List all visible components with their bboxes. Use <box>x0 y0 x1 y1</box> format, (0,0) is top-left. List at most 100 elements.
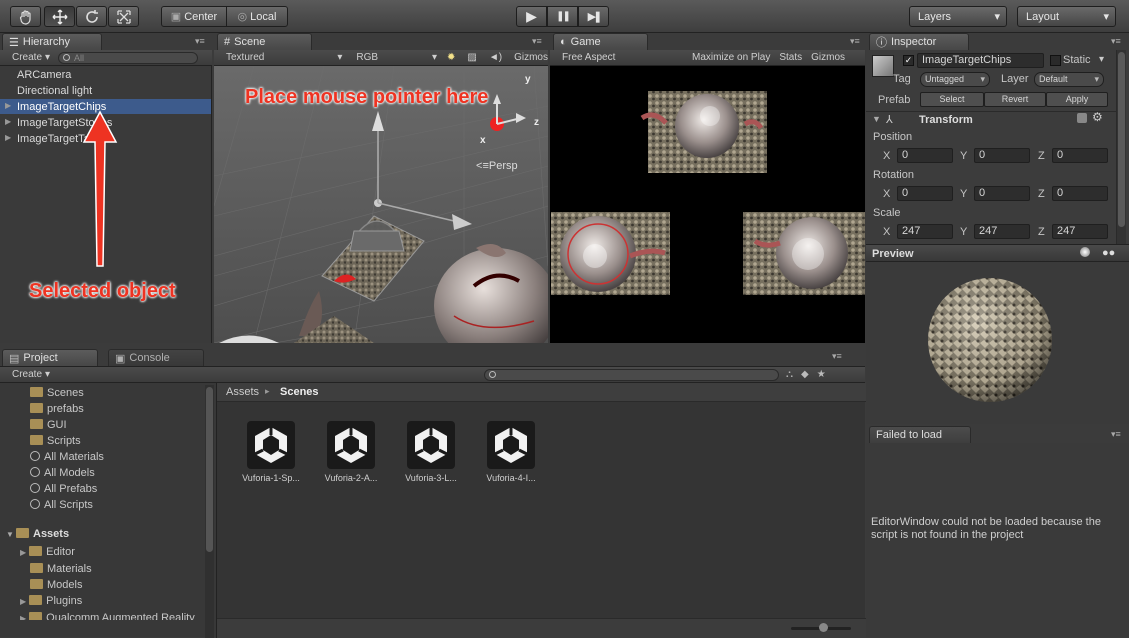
position-z-field[interactable]: 0 <box>1052 148 1108 163</box>
rotate-tool-button[interactable] <box>76 6 107 27</box>
asset-scene-1[interactable]: Vuforia-1-Sp... <box>231 417 311 483</box>
search-all-prefabs[interactable]: All Prefabs <box>30 481 104 497</box>
scale-x-field[interactable]: 247 <box>897 224 953 239</box>
hierarchy-search-input[interactable]: All <box>58 51 199 64</box>
scrollbar-thumb[interactable] <box>206 387 213 552</box>
gear-icon[interactable]: ⚙ <box>1092 110 1103 124</box>
asset-scene-4[interactable]: Vuforia-4-I... <box>471 417 551 483</box>
active-checkbox[interactable]: ✓ <box>903 55 914 66</box>
prefab-apply-button[interactable]: Apply <box>1046 92 1108 107</box>
asset-scene-3[interactable]: Vuforia-3-L... <box>391 417 471 483</box>
panel-menu-icon[interactable]: ▾≡ <box>832 351 842 362</box>
slider-thumb[interactable] <box>819 623 828 632</box>
panel-menu-icon[interactable]: ▾≡ <box>1111 36 1121 47</box>
expand-arrow-icon[interactable]: ▶ <box>5 133 11 142</box>
asset-scene-2[interactable]: Vuforia-2-A... <box>311 417 391 483</box>
breadcrumb-assets[interactable]: Assets <box>226 386 259 398</box>
color-mode-dropdown[interactable]: RGB <box>356 52 432 63</box>
chevron-down-icon: ▾ <box>1103 11 1109 23</box>
audio-toggle-icon[interactable]: ◄) <box>489 52 502 63</box>
lighting-toggle-icon[interactable]: ✹ <box>447 52 455 63</box>
render-mode-dropdown[interactable]: Textured <box>226 52 337 63</box>
aspect-dropdown[interactable]: Free Aspect <box>562 52 690 63</box>
hierarchy-item-arcamera[interactable]: ARCamera <box>17 69 71 81</box>
tab-hierarchy[interactable]: ☰ Hierarchy <box>2 33 102 50</box>
inspector-scrollbar[interactable] <box>1116 50 1126 244</box>
position-x-field[interactable]: 0 <box>897 148 953 163</box>
expand-arrow-icon[interactable]: ▶ <box>5 117 11 126</box>
filter-by-label-icon[interactable]: ◆ <box>801 369 809 380</box>
search-all-scripts[interactable]: All Scripts <box>30 497 104 513</box>
stats-toggle[interactable]: Stats <box>779 52 802 63</box>
preview-lights-toggle-icon[interactable]: ●● <box>1102 247 1115 259</box>
rotation-x-field[interactable]: 0 <box>897 186 953 201</box>
tab-failed-to-load[interactable]: Failed to load <box>869 426 971 443</box>
tree-item-prefabs[interactable]: prefabs <box>30 401 104 417</box>
expand-arrow-icon[interactable]: ▼ <box>6 530 14 539</box>
rotation-z-field[interactable]: 0 <box>1052 186 1108 201</box>
tab-scene[interactable]: # Scene <box>217 33 312 50</box>
game-view[interactable]: Free Aspect Maximize on Play Stats Gizmo… <box>550 50 865 343</box>
filter-by-type-icon[interactable]: ⛬ <box>786 369 793 380</box>
tree-item-gui[interactable]: GUI <box>30 417 104 433</box>
scale-y-field[interactable]: 247 <box>974 224 1030 239</box>
preview-sphere-toggle-icon[interactable] <box>1080 247 1090 257</box>
rotation-y-field[interactable]: 0 <box>974 186 1030 201</box>
scene-gizmos-dropdown[interactable]: Gizmos <box>514 52 548 63</box>
prefab-select-button[interactable]: Select <box>920 92 984 107</box>
search-all-materials[interactable]: All Materials <box>30 449 104 465</box>
tree-item-editor[interactable]: ▶ Editor <box>20 544 205 561</box>
project-search-input[interactable] <box>484 368 780 381</box>
panel-menu-icon[interactable]: ▾≡ <box>195 36 205 47</box>
maximize-on-play-toggle[interactable]: Maximize on Play <box>692 52 770 63</box>
tag-dropdown[interactable]: Untagged ▾ <box>920 72 990 87</box>
folder-icon <box>30 563 43 573</box>
tree-item-qualcomm[interactable]: ▶ Qualcomm Augmented Reality <box>20 610 205 620</box>
hand-tool-button[interactable] <box>10 6 41 27</box>
tree-scrollbar[interactable] <box>205 385 214 638</box>
space-local-toggle[interactable]: ◎ Local <box>226 6 288 27</box>
tree-item-materials[interactable]: Materials <box>20 561 205 577</box>
static-checkbox[interactable] <box>1050 55 1061 66</box>
layers-dropdown[interactable]: Layers ▾ <box>909 6 1007 27</box>
tree-item-scripts[interactable]: Scripts <box>30 433 104 449</box>
foldout-arrow-icon[interactable]: ▼ <box>872 114 881 124</box>
panel-menu-icon[interactable]: ▾≡ <box>850 36 860 47</box>
tab-game[interactable]: ◐ Game <box>553 33 648 50</box>
tree-item-scenes[interactable]: Scenes <box>30 385 104 401</box>
help-book-icon[interactable] <box>1077 113 1087 123</box>
object-name-field[interactable]: ImageTargetChips <box>917 53 1044 68</box>
step-button[interactable]: ▶❚ <box>578 6 609 27</box>
project-create-button[interactable]: Create <box>12 369 42 380</box>
tab-console[interactable]: ▣ Console <box>108 349 204 366</box>
game-gizmos-toggle[interactable]: Gizmos <box>811 52 845 63</box>
tree-item-plugins[interactable]: ▶ Plugins <box>20 593 205 610</box>
scrollbar-thumb[interactable] <box>1118 52 1125 227</box>
tree-item-assets[interactable]: Assets <box>16 528 69 540</box>
tab-inspector[interactable]: ⓘ Inspector <box>869 33 969 50</box>
panel-menu-icon[interactable]: ▾≡ <box>532 36 542 47</box>
position-y-field[interactable]: 0 <box>974 148 1030 163</box>
breadcrumb-scenes[interactable]: Scenes <box>280 386 319 398</box>
scale-z-field[interactable]: 247 <box>1052 224 1108 239</box>
tree-item-models[interactable]: Models <box>20 577 205 593</box>
expand-arrow-icon[interactable]: ▶ <box>5 101 11 110</box>
hierarchy-item-directional-light[interactable]: Directional light <box>17 85 92 97</box>
play-button[interactable]: ▶ <box>516 6 547 27</box>
tree-label: Qualcomm Augmented Reality <box>46 612 195 620</box>
pause-button[interactable]: ❚❚ <box>547 6 578 27</box>
layout-dropdown[interactable]: Layout ▾ <box>1017 6 1116 27</box>
tab-project[interactable]: ▤ Project <box>2 349 98 366</box>
layer-dropdown[interactable]: Default ▾ <box>1034 72 1104 87</box>
move-tool-button[interactable] <box>44 6 75 27</box>
prefab-revert-button[interactable]: Revert <box>984 92 1046 107</box>
favorite-star-icon[interactable]: ★ <box>817 369 826 380</box>
panel-menu-icon[interactable]: ▾≡ <box>1111 429 1121 440</box>
image-toggle-icon[interactable]: ▨ <box>467 52 476 63</box>
prefab-label: Prefab <box>878 94 911 106</box>
chevron-down-icon[interactable]: ▾ <box>1099 54 1104 65</box>
scale-tool-button[interactable] <box>108 6 139 27</box>
pivot-center-toggle[interactable]: ▣ Center <box>161 6 227 27</box>
search-all-models[interactable]: All Models <box>30 465 104 481</box>
hierarchy-create-button[interactable]: Create <box>12 52 42 63</box>
